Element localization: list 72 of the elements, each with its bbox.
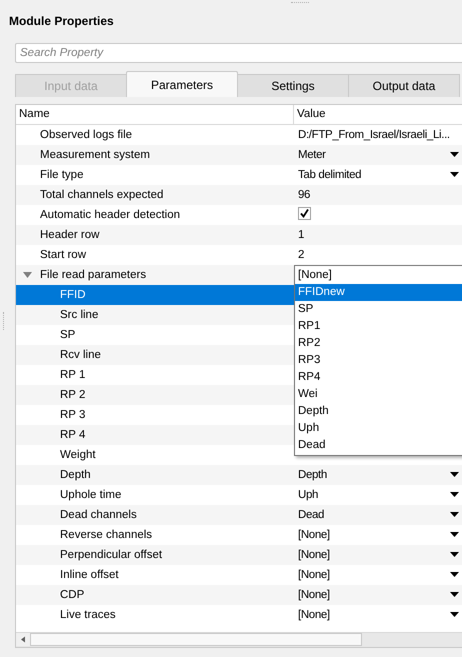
property-name: Observed logs file <box>40 129 132 141</box>
table-row[interactable]: Dead channels Dead <box>16 505 462 525</box>
property-value[interactable]: [None] <box>298 589 330 601</box>
property-name: Live traces <box>60 609 116 621</box>
column-header[interactable]: Value <box>294 105 462 124</box>
property-name: Inline offset <box>60 569 119 581</box>
property-value[interactable]: Meter <box>298 149 326 161</box>
dropdown-arrow-icon[interactable] <box>450 572 459 577</box>
tab[interactable]: Output data <box>348 74 460 97</box>
property-value[interactable]: Dead <box>298 509 324 521</box>
dropdown-option[interactable]: FFIDnew <box>295 284 462 301</box>
property-name: Header row <box>40 229 100 241</box>
property-value[interactable]: [None] <box>298 549 330 561</box>
property-name: File read parameters <box>40 269 146 281</box>
property-name: Automatic header detection <box>40 209 180 221</box>
expand-triangle-icon[interactable] <box>23 272 32 278</box>
dropdown-arrow-icon[interactable] <box>450 512 459 517</box>
table-row[interactable]: Depth Depth <box>16 465 462 485</box>
table-row[interactable]: Measurement system Meter <box>16 145 462 165</box>
tab[interactable]: Parameters <box>126 71 238 97</box>
dropdown-option[interactable]: Depth <box>295 403 462 420</box>
horizontal-scrollbar[interactable] <box>16 632 462 647</box>
dropdown-option[interactable]: [None] <box>295 267 462 284</box>
property-value[interactable]: 1 <box>298 229 304 241</box>
property-name: RP 4 <box>60 429 86 441</box>
property-name: Depth <box>60 469 91 481</box>
table-row[interactable]: Total channels expected 96 <box>16 185 462 205</box>
property-name: CDP <box>60 589 84 601</box>
property-name: Measurement system <box>40 149 150 161</box>
dropdown-option[interactable]: RP4 <box>295 369 462 386</box>
property-value[interactable]: [None] <box>298 569 330 581</box>
property-name: RP 3 <box>60 409 86 421</box>
panel-title: Module Properties <box>9 13 114 30</box>
tab[interactable]: Settings <box>237 74 349 97</box>
property-name: Reverse channels <box>60 529 152 541</box>
dropdown-arrow-icon[interactable] <box>450 492 459 497</box>
property-value[interactable]: D:/FTP_From_Israel/Israeli_Li... <box>298 129 450 141</box>
dropdown-arrow-icon[interactable] <box>450 172 459 177</box>
property-name: Total channels expected <box>40 189 164 201</box>
property-name: RP 2 <box>60 389 86 401</box>
property-value[interactable]: Uph <box>298 489 318 501</box>
property-name: Src line <box>60 309 98 321</box>
dropdown-arrow-icon[interactable] <box>450 472 459 477</box>
property-value[interactable]: [None] <box>298 609 330 621</box>
property-value[interactable]: 2 <box>298 249 304 261</box>
dropdown-arrow-icon[interactable] <box>450 552 459 557</box>
table-row[interactable]: Header row 1 <box>16 225 462 245</box>
property-value[interactable]: [None] <box>298 529 330 541</box>
property-value[interactable]: Depth <box>298 469 327 481</box>
scrollbar-thumb[interactable] <box>30 633 362 646</box>
dropdown-arrow-icon[interactable] <box>450 592 459 597</box>
column-header[interactable]: Name <box>16 105 294 124</box>
dropdown-arrow-icon[interactable] <box>450 152 459 157</box>
property-name: RP 1 <box>60 369 86 381</box>
property-name: Dead channels <box>60 509 137 521</box>
dropdown-arrow-icon[interactable] <box>450 612 459 617</box>
property-name: Weight <box>60 449 96 461</box>
dropdown-option[interactable]: Wei <box>295 386 462 403</box>
table-row[interactable]: CDP [None] <box>16 585 462 605</box>
property-name: Rcv line <box>60 349 101 361</box>
property-name: Uphole time <box>60 489 122 501</box>
checkbox[interactable] <box>298 207 311 220</box>
search-field[interactable]: Search Property <box>15 43 462 63</box>
property-value[interactable]: 96 <box>298 189 310 201</box>
property-name: SP <box>60 329 76 341</box>
property-name: File type <box>40 169 84 181</box>
property-name: Perpendicular offset <box>60 549 162 561</box>
dropdown-arrow-icon[interactable] <box>450 532 459 537</box>
property-name: Start row <box>40 249 86 261</box>
property-name: FFID <box>60 289 86 301</box>
property-value[interactable]: Tab delimited <box>298 169 362 181</box>
table-row[interactable]: Perpendicular offset [None] <box>16 545 462 565</box>
